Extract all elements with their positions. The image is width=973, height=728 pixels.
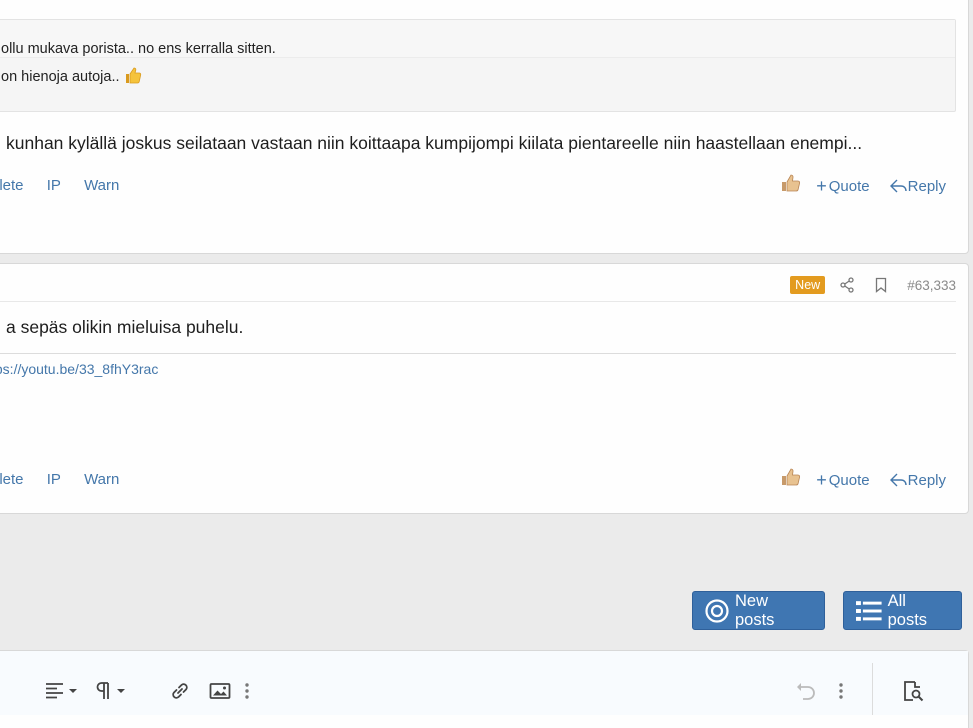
toolbar-divider [872, 663, 873, 715]
post-body: kunhan kylällä joskus seilataan vastaan … [6, 133, 863, 153]
all-posts-label: All posts [887, 591, 928, 629]
reply-label: Reply [907, 177, 946, 195]
quote-label: Quote [828, 471, 870, 489]
new-badge: New [790, 276, 826, 294]
ip-link[interactable]: IP [47, 177, 61, 194]
reply-editor [0, 650, 969, 728]
quote-button[interactable]: + Quote [816, 177, 869, 195]
moderation-links: elete IP Warn [0, 177, 138, 194]
more-icon[interactable] [243, 679, 251, 703]
align-icon[interactable] [44, 679, 80, 703]
post-controls: + Quote Reply [780, 468, 946, 489]
link-divider [0, 353, 956, 354]
warn-link[interactable]: Warn [84, 471, 119, 488]
new-posts-button[interactable]: New posts [692, 591, 825, 630]
delete-link[interactable]: elete [0, 471, 24, 488]
quote-block [0, 19, 956, 112]
post-actions: elete IP Warn +Quote Reply [0, 174, 970, 201]
target-icon [705, 598, 729, 623]
link-icon[interactable] [168, 679, 192, 703]
post-actions: elete IP Warn +Quote Reply [0, 468, 970, 495]
share-icon[interactable] [839, 277, 855, 293]
quote-button[interactable]: + Quote [816, 471, 869, 489]
all-posts-button[interactable]: All posts [843, 591, 962, 630]
post-number[interactable]: #63,333 [907, 278, 956, 293]
reply-button[interactable]: Reply [889, 177, 946, 195]
quote-line-2: on hienoja autoja.. [1, 65, 143, 85]
post-2: New #63,333 a sepäs olikin mieluisa puhe… [0, 263, 969, 514]
plus-icon: + [816, 470, 827, 490]
reply-label: Reply [907, 471, 946, 489]
image-icon[interactable] [208, 679, 232, 703]
editor-toolbar [0, 651, 968, 715]
reply-button[interactable]: Reply [889, 471, 946, 489]
quote-line-1: ollu mukava porista.. no ens kerralla si… [1, 41, 276, 57]
new-posts-label: New posts [735, 591, 775, 629]
list-icon [856, 600, 882, 621]
like-icon[interactable] [780, 171, 802, 193]
post-header: New #63,333 [0, 264, 956, 302]
moderation-links: elete IP Warn [0, 471, 138, 488]
thumbs-up-icon [125, 67, 141, 84]
youtube-link[interactable]: tps://youtu.be/33_8fhY3rac [0, 361, 158, 377]
delete-link[interactable]: elete [0, 177, 24, 194]
reply-icon [889, 179, 907, 193]
paragraph-icon[interactable] [94, 679, 128, 703]
bookmark-icon[interactable] [873, 277, 889, 293]
plus-icon: + [816, 176, 827, 196]
quote-label: Quote [828, 177, 870, 195]
undo-icon[interactable] [794, 679, 818, 703]
more-icon[interactable] [837, 679, 845, 703]
post-meta: New #63,333 [790, 276, 956, 294]
warn-link[interactable]: Warn [84, 177, 119, 194]
preview-icon[interactable] [901, 679, 925, 703]
reply-icon [889, 473, 907, 487]
like-icon[interactable] [780, 465, 802, 487]
post-controls: + Quote Reply [780, 174, 946, 195]
ip-link[interactable]: IP [47, 471, 61, 488]
post-1: ollu mukava porista.. no ens kerralla si… [0, 0, 969, 254]
post-body: a sepäs olikin mieluisa puhelu. [6, 317, 244, 337]
